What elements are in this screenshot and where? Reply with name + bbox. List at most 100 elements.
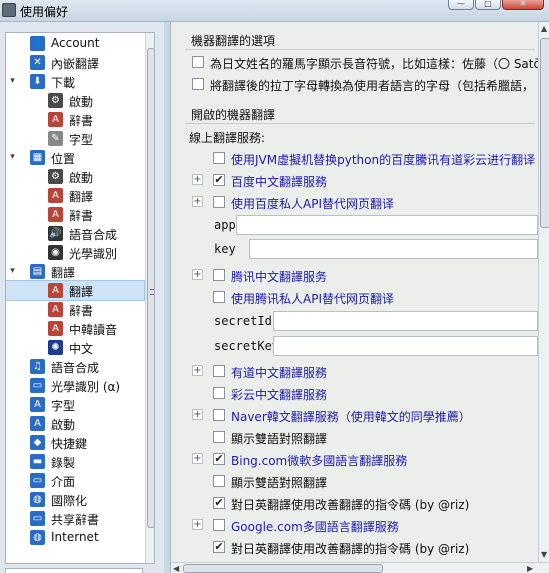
service-checkbox[interactable] <box>213 475 225 487</box>
credential-field-label: secretKey <box>214 339 280 353</box>
sidebar-item[interactable]: ▭ 光學識別 (α) <box>6 376 144 395</box>
option-checkbox[interactable] <box>192 56 204 68</box>
settings-scrollbar[interactable]: ▲ ▼ <box>538 22 549 562</box>
expand-toggle-icon[interactable]: ▾ <box>8 77 17 86</box>
sidebar-item-label: 語音合成 <box>69 228 118 242</box>
sidebar-item[interactable]: ▾ ▤ 翻譯 <box>6 262 144 281</box>
translation-service-row[interactable]: 使用JVM虛擬机替换python的百度騰讯有道彩云进行翻译 <box>171 149 538 168</box>
minimize-button[interactable]: — <box>448 0 474 10</box>
sidebar-item[interactable]: 🔊 語音合成 <box>6 224 144 243</box>
app-icon <box>2 3 16 17</box>
service-checkbox[interactable]: ✔ <box>213 174 225 186</box>
sidebar-item[interactable]: ◉ 光學識別 <box>6 243 144 262</box>
service-checkbox[interactable] <box>213 291 225 303</box>
credential-input[interactable] <box>273 311 538 331</box>
translation-service-row[interactable]: + ✔ 百度中文翻譯服務 <box>171 171 538 190</box>
scroll-down-icon[interactable]: ▼ <box>541 550 547 559</box>
tree-scrollbar-thumb[interactable] <box>147 48 154 528</box>
service-checkbox[interactable] <box>213 365 225 377</box>
service-checkbox[interactable] <box>213 269 225 281</box>
sidebar-item[interactable]: A 字型 <box>6 395 144 414</box>
translation-service-row[interactable]: + Naver韓文翻譯服務（使用韓文的同學推薦） <box>171 406 538 425</box>
translation-service-row[interactable]: + 腾讯中文翻譯服务 <box>171 266 538 285</box>
credential-field-row: secretKey <box>171 336 538 356</box>
close-button[interactable]: ✕ <box>502 0 544 10</box>
translation-service-row[interactable]: + 有道中文翻譯服務 <box>171 362 538 381</box>
expand-plus-icon[interactable]: + <box>192 365 203 376</box>
sidebar-item-label: Internet <box>51 530 99 544</box>
sidebar-item[interactable]: ▬ 錄製 <box>6 452 144 471</box>
service-label: 使用JVM虛擬机替换python的百度騰讯有道彩云进行翻译 <box>231 153 536 167</box>
sidebar-item-label: 快捷鍵 <box>51 437 88 451</box>
expand-plus-icon[interactable]: + <box>192 409 203 420</box>
sidebar-item[interactable]: A 辭書 <box>6 205 144 224</box>
maximize-button[interactable]: □ <box>475 0 501 10</box>
sidebar-item[interactable]: ⚙ 啟動 <box>6 167 144 186</box>
translation-service-row[interactable]: 顯示雙語對照翻譯 <box>171 472 538 491</box>
translation-service-row[interactable]: ✔ 對日英翻譯使用改善翻譯的指令碼 (by @riz) <box>171 538 538 557</box>
sidebar-item[interactable]: ⚙ 啟動 <box>6 91 144 110</box>
translation-service-row[interactable]: + Google.com多國語言翻譯服務 <box>171 516 538 535</box>
translation-service-row[interactable]: 彩云中文翻譯服務 <box>171 384 538 403</box>
scroll-right-icon[interactable]: ▶ <box>527 564 533 573</box>
service-checkbox[interactable] <box>213 196 225 208</box>
settings-horizontal-scrollbar[interactable]: ◀ ▶ <box>171 562 549 573</box>
search-input[interactable]: 檢索 <box>5 568 143 573</box>
sidebar-item[interactable]: ✎ 字型 <box>6 129 144 148</box>
sidebar-item[interactable]: A 中韓讀音 <box>6 319 144 338</box>
sidebar-item[interactable]: A 辭書 <box>6 300 144 319</box>
service-checkbox[interactable]: ✔ <box>213 497 225 509</box>
translation-service-row[interactable]: + ✔ Bing.com微軟多國語言翻譯服務 <box>171 450 538 469</box>
settings-panel: 機器翻譯的選項 為日文姓名的羅馬字顯示長音符號，比如這樣：佐藤（〇 Satō 將… <box>170 22 549 573</box>
expand-plus-icon[interactable]: + <box>192 196 203 207</box>
expand-toggle-icon[interactable]: ▾ <box>8 153 17 162</box>
option-checkbox[interactable] <box>192 78 204 90</box>
settings-horizontal-scrollbar-thumb[interactable] <box>183 564 383 573</box>
sidebar-item-label: 介面 <box>51 475 76 489</box>
scroll-up-icon[interactable]: ▲ <box>541 24 547 33</box>
sidebar-item[interactable]: ▭ 介面 <box>6 471 144 490</box>
service-checkbox[interactable] <box>213 431 225 443</box>
service-label: Naver韓文翻譯服務（使用韓文的同學推薦） <box>231 410 471 424</box>
service-checkbox[interactable] <box>213 152 225 164</box>
sidebar-item[interactable]: A 辭書 <box>6 110 144 129</box>
sidebar-item[interactable]: ♫ 語音合成 <box>6 357 144 376</box>
sidebar-item[interactable]: 👤 Account <box>6 34 144 53</box>
service-checkbox[interactable] <box>213 387 225 399</box>
expand-plus-icon[interactable]: + <box>192 269 203 280</box>
sidebar-item[interactable]: ✕ 內嵌翻譯 <box>6 53 144 72</box>
option-row[interactable]: 為日文姓名的羅馬字顯示長音符號，比如這樣：佐藤（〇 Satō <box>171 53 538 72</box>
sidebar-item[interactable]: ◍ 國際化 <box>6 490 144 509</box>
scroll-left-icon[interactable]: ◀ <box>173 564 179 573</box>
sidebar-item[interactable]: ◍ Internet <box>6 528 144 547</box>
translation-service-row[interactable]: ✔ 對日英翻譯使用改善翻譯的指令碼 (by @riz) <box>171 494 538 513</box>
option-row[interactable]: 將翻譯後的拉丁字母轉換為使用者語言的字母（包括希臘語， <box>171 75 538 94</box>
service-checkbox[interactable] <box>213 519 225 531</box>
credential-input[interactable] <box>249 239 538 259</box>
sidebar-item[interactable]: ▭ 共享辭書 <box>6 509 144 528</box>
expand-toggle-icon[interactable]: ▾ <box>8 267 17 276</box>
sidebar-item[interactable]: ▾ ⬇ 下載 <box>6 72 144 91</box>
translation-service-row[interactable]: 使用腾讯私人API替代网页翻译 <box>171 288 538 307</box>
expand-plus-icon[interactable]: + <box>192 174 203 185</box>
tree-scrollbar[interactable] <box>145 33 154 563</box>
sidebar-item[interactable]: ▾ ▦ 位置 <box>6 148 144 167</box>
translation-service-row[interactable]: + 使用百度私人API替代网页翻译 <box>171 193 538 212</box>
sidebar-item[interactable]: ✺ 中文 <box>6 338 144 357</box>
settings-scrollbar-thumb[interactable] <box>540 38 549 228</box>
credential-input[interactable] <box>273 336 538 356</box>
sidebar-item[interactable]: A 翻譯 <box>6 280 145 301</box>
credential-input[interactable] <box>236 215 538 235</box>
sidebar-item[interactable]: A 翻譯 <box>6 186 144 205</box>
sidebar-item[interactable]: A 啟動 <box>6 414 144 433</box>
service-checkbox[interactable]: ✔ <box>213 453 225 465</box>
expand-plus-icon[interactable]: + <box>192 453 203 464</box>
service-label: 彩云中文翻譯服務 <box>231 388 328 402</box>
service-checkbox[interactable]: ✔ <box>213 541 225 553</box>
gear-icon: ⚙ <box>48 169 63 184</box>
sidebar-item[interactable]: ◆ 快捷鍵 <box>6 433 144 452</box>
service-checkbox[interactable] <box>213 409 225 421</box>
service-label: 有道中文翻譯服務 <box>231 366 328 380</box>
expand-plus-icon[interactable]: + <box>192 519 203 530</box>
translation-service-row[interactable]: 顯示雙語對照翻譯 <box>171 428 538 447</box>
